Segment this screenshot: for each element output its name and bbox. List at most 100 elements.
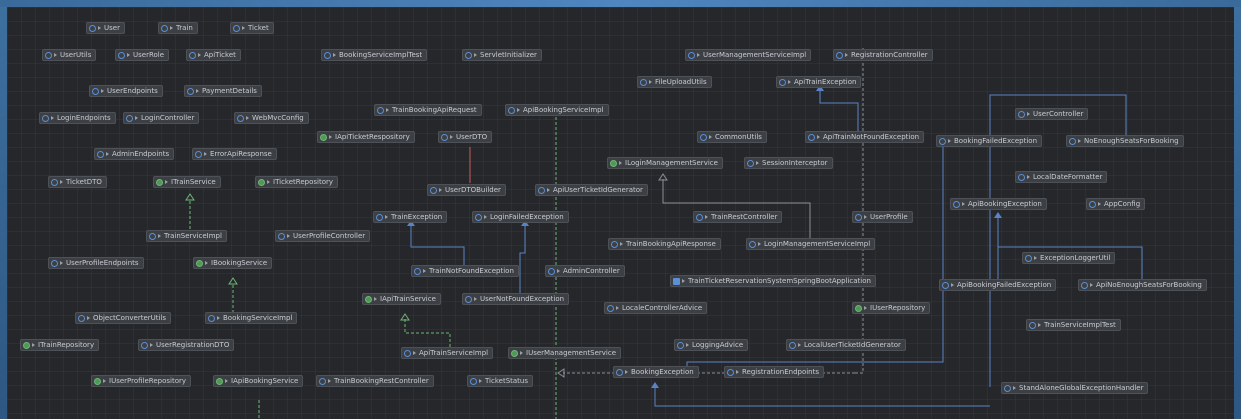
class-icon <box>696 213 703 221</box>
node-apitrainnotfoundexception[interactable]: ApiTrainNotFoundException <box>805 131 925 143</box>
node-iloginmanagementservice[interactable]: ILoginManagementService <box>607 157 723 169</box>
class-icon <box>616 368 623 376</box>
arrowhead-booking <box>651 382 659 388</box>
class-diagram-canvas[interactable]: User Train Ticket UserUtils UserRole Api… <box>7 7 1234 419</box>
class-icon <box>51 178 58 186</box>
node-apinoenoughseatsforbooking[interactable]: ApiNoEnoughSeatsForBooking <box>1078 279 1207 291</box>
node-userregistrationdto[interactable]: UserRegistrationDTO <box>138 339 235 351</box>
node-noenoughseatsforbooking[interactable]: NoEnoughSeatsForBooking <box>1066 135 1184 147</box>
node-trainserviceimpltest[interactable]: TrainServiceImplTest <box>1026 319 1121 331</box>
edge-usermgmt-iusermgmt <box>855 47 864 374</box>
node-bookingexception[interactable]: BookingException <box>613 366 699 378</box>
node-iuserprofilerepository[interactable]: IUserProfileRepository <box>91 375 192 387</box>
node-iusermanagementservice[interactable]: IUserManagementService <box>508 347 622 359</box>
node-loginendpoints[interactable]: LoginEndpoints <box>39 112 116 124</box>
class-icon <box>42 114 49 122</box>
node-trainserviceimpl[interactable]: TrainServiceImpl <box>146 230 227 242</box>
node-iapitrainservice[interactable]: IApiTrainService <box>362 293 441 305</box>
node-userendpoints[interactable]: UserEndpoints <box>89 85 163 97</box>
node-ticketstatus[interactable]: TicketStatus <box>467 375 534 387</box>
node-appconfig[interactable]: AppConfig <box>1086 198 1146 210</box>
node-localuserticketidgenerator[interactable]: LocalUserTicketIdGenerator <box>786 339 906 351</box>
node-apibookingserviceimpl[interactable]: ApiBookingServiceImpl <box>505 104 609 116</box>
node-logincontroller[interactable]: LoginController <box>123 112 200 124</box>
node-registrationcontroller[interactable]: RegistrationController <box>833 49 933 61</box>
node-apitrainserviceimpl[interactable]: ApiTrainServiceImpl <box>401 347 494 359</box>
node-user[interactable]: User <box>86 22 125 34</box>
node-standaloneglobalexceptionhandler[interactable]: StandAloneGlobalExceptionHandler <box>1001 382 1149 394</box>
interface-icon <box>365 295 372 303</box>
class-icon <box>233 24 240 32</box>
node-usermanagementserviceimpl[interactable]: UserManagementServiceImpl <box>685 49 812 61</box>
node-objectconverterutils[interactable]: ObjectConverterUtils <box>75 312 172 324</box>
node-apibookingexception[interactable]: ApiBookingException <box>950 198 1047 210</box>
node-commonutils[interactable]: CommonUtils <box>697 131 767 143</box>
node-registrationendpoints[interactable]: RegistrationEndpoints <box>724 366 825 378</box>
node-apiticket[interactable]: ApiTicket <box>186 49 241 61</box>
node-loggingadvice[interactable]: LoggingAdvice <box>674 339 749 351</box>
class-icon <box>324 51 331 59</box>
class-icon <box>187 87 194 95</box>
class-icon <box>465 295 472 303</box>
node-userprofilecontroller[interactable]: UserProfileController <box>275 230 371 242</box>
node-loginmanagementserviceimpl[interactable]: LoginManagementServiceImpl <box>746 238 876 250</box>
node-sessioninterceptor[interactable]: SessionInterceptor <box>744 157 833 169</box>
node-iticketrepository[interactable]: ITicketRepository <box>255 176 338 188</box>
class-icon <box>942 281 949 289</box>
node-train[interactable]: Train <box>158 22 198 34</box>
class-icon <box>189 51 196 59</box>
class-icon <box>789 341 796 349</box>
class-icon <box>836 51 843 59</box>
class-icon <box>51 259 58 267</box>
node-userdtobuilder[interactable]: UserDTOBuilder <box>427 184 506 196</box>
node-loginfailedexception[interactable]: LoginFailedException <box>472 211 569 223</box>
node-errorapiresponse[interactable]: ErrorApiResponse <box>192 148 277 160</box>
node-userdto[interactable]: UserDTO <box>438 131 493 143</box>
class-icon <box>808 133 815 141</box>
node-trainbookingrestcontroller[interactable]: TrainBookingRestController <box>316 375 434 387</box>
node-iapibookingservice[interactable]: IApiBookingService <box>213 375 304 387</box>
node-localecontrolleradvice[interactable]: LocaleControllerAdvice <box>604 302 708 314</box>
node-userprofileendpoints[interactable]: UserProfileEndpoints <box>48 257 144 269</box>
arrowhead-ibookingservice <box>228 277 238 285</box>
node-userprofile[interactable]: UserProfile <box>852 211 913 223</box>
node-trainnotfoundexception[interactable]: TrainNotFoundException <box>411 265 519 277</box>
class-icon <box>538 186 545 194</box>
node-iuserrepository[interactable]: IUserRepository <box>852 302 931 314</box>
class-icon <box>149 232 156 240</box>
node-localdateformatter[interactable]: LocalDateFormatter <box>1015 171 1108 183</box>
node-bookingserviceimpltest[interactable]: BookingServiceImplTest <box>321 49 428 61</box>
node-apibookingfailedexception[interactable]: ApiBookingFailedException <box>939 279 1057 291</box>
node-userutils[interactable]: UserUtils <box>42 49 97 61</box>
node-exceptionloggerutil[interactable]: ExceptionLoggerUtil <box>1022 252 1116 264</box>
class-icon <box>97 150 104 158</box>
node-bookingserviceimpl[interactable]: BookingServiceImpl <box>205 312 298 324</box>
node-admincontroller[interactable]: AdminController <box>545 265 625 277</box>
node-servletinitializer[interactable]: ServletInitializer <box>462 49 542 61</box>
node-webmvcconfig[interactable]: WebMvcConfig <box>234 112 309 124</box>
node-trainbookingapirequest[interactable]: TrainBookingApiRequest <box>374 104 482 116</box>
node-trainticketreservationsystemspringbootapplication[interactable]: TrainTicketReservationSystemSpringBootAp… <box>670 275 876 287</box>
node-userrole[interactable]: UserRole <box>115 49 170 61</box>
node-adminendpoints[interactable]: AdminEndpoints <box>94 148 175 160</box>
node-paymentdetails[interactable]: PaymentDetails <box>184 85 262 97</box>
interface-icon <box>258 178 265 186</box>
node-iapiticketrespository[interactable]: IApiTicketRespository <box>317 131 415 143</box>
node-ticketdto[interactable]: TicketDTO <box>48 176 107 188</box>
interface-icon <box>511 349 518 357</box>
node-itrainservice[interactable]: ITrainService <box>153 176 221 188</box>
node-usercontroller[interactable]: UserController <box>1015 108 1089 120</box>
node-ibookingservice[interactable]: IBookingService <box>193 257 273 269</box>
node-apitrainexception[interactable]: ApiTrainException <box>776 76 862 88</box>
interface-icon <box>855 304 862 312</box>
node-ticket[interactable]: Ticket <box>230 22 274 34</box>
node-trainrestcontroller[interactable]: TrainRestController <box>693 211 783 223</box>
node-trainbookingapiresponse[interactable]: TrainBookingApiResponse <box>608 238 721 250</box>
node-trainexception[interactable]: TrainException <box>373 211 448 223</box>
node-fileuploadutils[interactable]: FileUploadUtils <box>637 76 712 88</box>
node-apiuserticketidgenerator[interactable]: ApiUserTicketIdGenerator <box>535 184 648 196</box>
node-itrainrepository[interactable]: ITrainRepository <box>20 339 100 351</box>
node-usernotfoundexception[interactable]: UserNotFoundException <box>462 293 570 305</box>
class-icon <box>89 24 96 32</box>
node-bookingfailedexception[interactable]: BookingFailedException <box>936 135 1043 147</box>
